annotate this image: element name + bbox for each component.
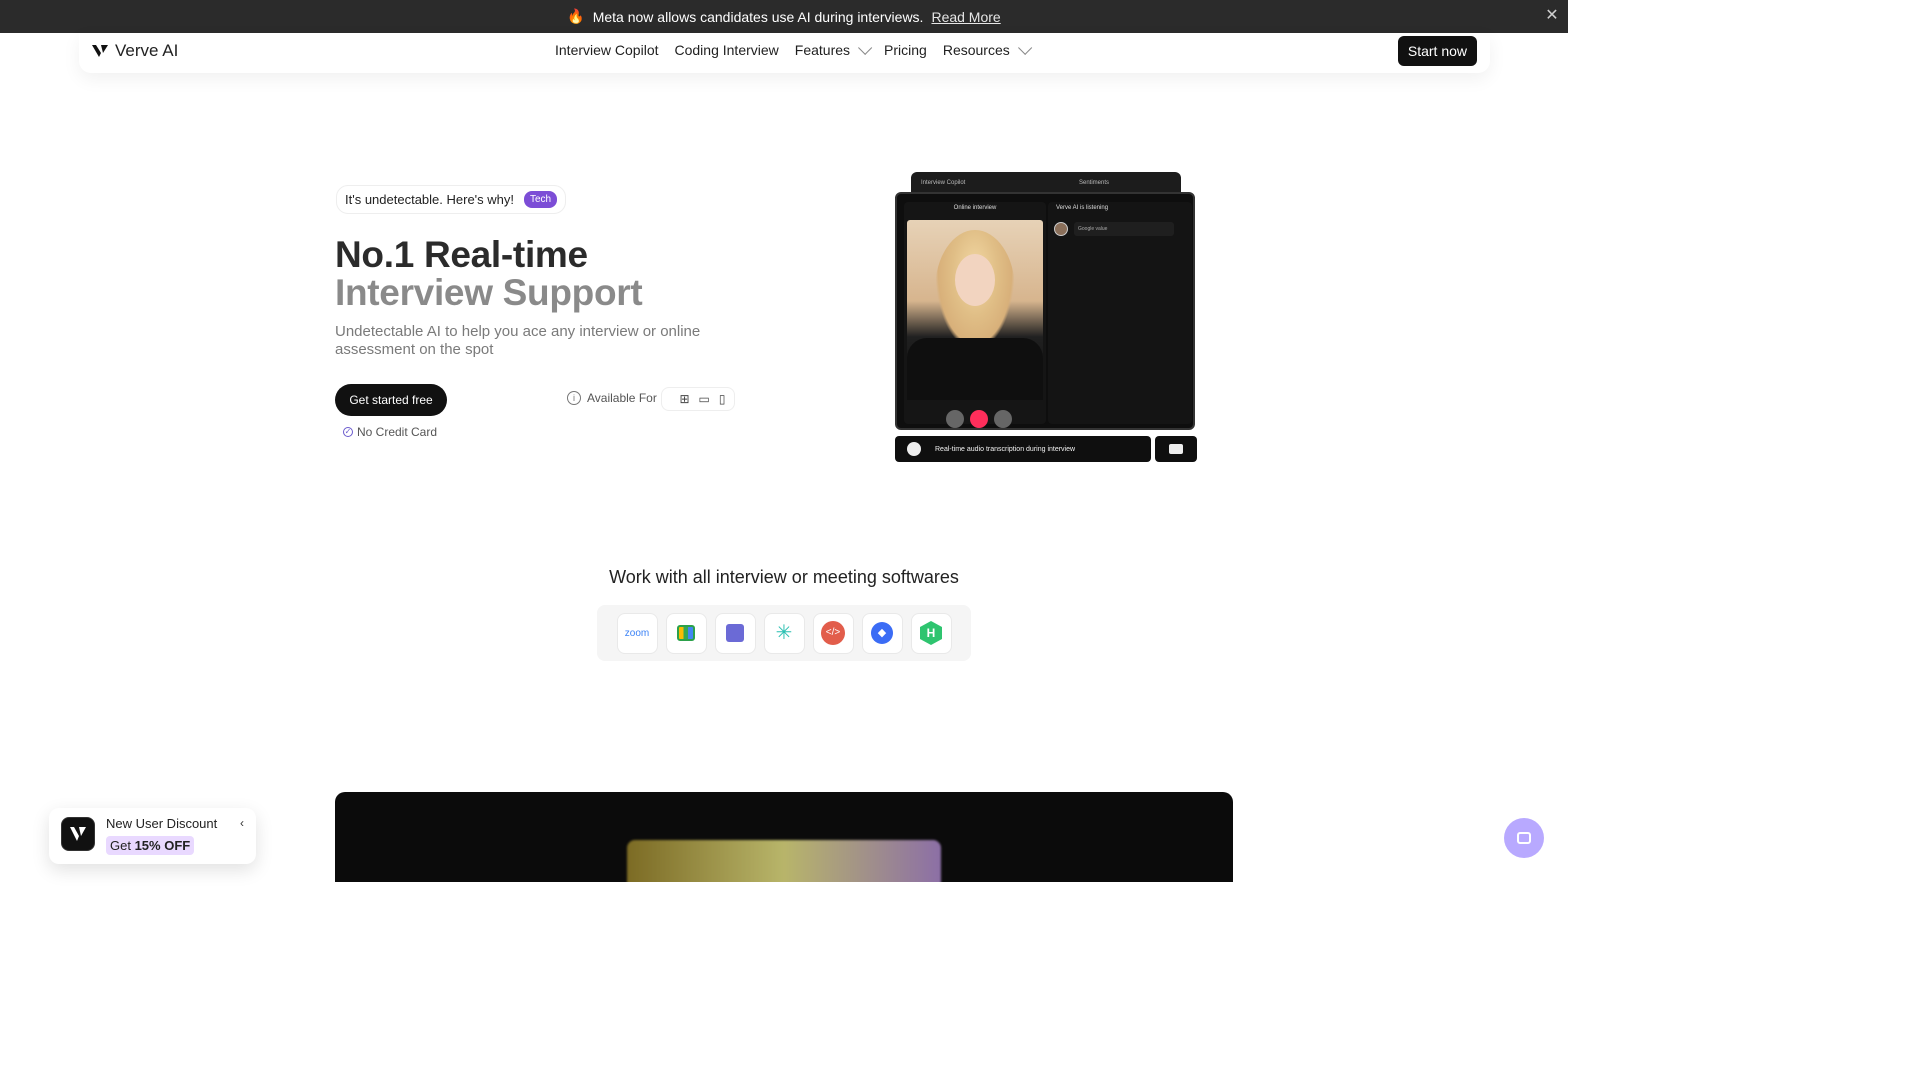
zoom-icon[interactable]: zoom xyxy=(616,612,658,654)
video-face xyxy=(955,254,995,306)
nav-item-resources[interactable]: Resources xyxy=(942,40,1032,58)
nav-item-features[interactable]: Features xyxy=(794,40,873,58)
listening-label: Verve AI is listening xyxy=(1056,205,1109,211)
tech-tag: Tech xyxy=(524,191,558,208)
mic-icon[interactable] xyxy=(946,410,964,428)
nav-item-interview-copilot[interactable]: Interview Copilot xyxy=(555,42,659,58)
fire-icon: 🔥 xyxy=(567,8,585,24)
video-shirt xyxy=(907,338,1043,400)
nav-item-coding-interview[interactable]: Coding Interview xyxy=(675,42,779,58)
nav-item-label: Interview Copilot xyxy=(555,42,659,58)
chevron-left-icon[interactable]: ‹ xyxy=(240,816,244,830)
no-credit-card-text: No Credit Card xyxy=(357,425,438,439)
discount-offer: Get 15% OFF xyxy=(106,836,195,855)
codepad-icon[interactable]: </> xyxy=(812,612,854,654)
nav-menu: Interview Copilot Coding Interview Featu… xyxy=(555,40,1032,58)
ai-panel: Verve AI is listening Google value xyxy=(1048,202,1192,424)
hero-title-line2: Interview Support xyxy=(335,272,643,313)
shield-mark: ◆ xyxy=(871,622,893,644)
preview-glow xyxy=(627,840,941,882)
call-controls xyxy=(946,410,1012,428)
google-meet-icon[interactable] xyxy=(665,612,707,654)
chat-icon-tile xyxy=(1155,436,1197,462)
ai-message-row: Google value xyxy=(1054,220,1184,238)
logo[interactable]: Verve AI xyxy=(91,41,178,61)
tab-sentiments: Sentiments xyxy=(1079,180,1110,186)
announcement-bar: 🔥 Meta now allows candidates use AI duri… xyxy=(0,0,1568,33)
nav-item-label: Pricing xyxy=(884,42,927,58)
mobile-icon: ▯ xyxy=(718,392,726,406)
transcription-text: Real-time audio transcription during int… xyxy=(935,445,1076,453)
hackerrank-mark: H xyxy=(920,621,942,645)
platform-icons: ⊞ ▭ ▯ xyxy=(661,387,735,411)
zoom-wordmark: zoom xyxy=(624,627,650,639)
candidate-video xyxy=(907,220,1043,400)
no-credit-card-note: ✓ No Credit Card xyxy=(343,425,437,439)
chevron-down-icon xyxy=(858,40,873,55)
close-icon[interactable]: ✕ xyxy=(1544,8,1560,24)
integrations-icons: zoom ✳ </> ◆ H xyxy=(597,605,971,661)
get-started-button[interactable]: Get started free xyxy=(335,384,447,416)
chat-icon xyxy=(1517,832,1531,844)
hero-title: No.1 Real-time Interview Support xyxy=(335,234,643,313)
available-for: i Available For xyxy=(567,391,657,405)
verve-logo-icon xyxy=(92,45,108,57)
badge-text: It's undetectable. Here's why! xyxy=(345,192,514,207)
hero-title-line1: No.1 Real-time xyxy=(335,234,588,275)
preview-window: Online interview Verve AI is listening G… xyxy=(895,192,1195,430)
dark-preview-panel xyxy=(335,792,1233,882)
nav-item-label: Coding Interview xyxy=(674,42,779,58)
info-icon: i xyxy=(567,391,581,405)
code-mark: </> xyxy=(821,621,845,645)
top-nav: Verve AI Interview Copilot Coding Interv… xyxy=(79,33,1490,73)
nav-item-pricing[interactable]: Pricing xyxy=(884,42,927,58)
announcement-text: Meta now allows candidates use AI during… xyxy=(592,8,924,25)
nav-item-label: Features xyxy=(794,42,851,58)
transcription-mic-icon xyxy=(907,442,921,456)
integrations-title: Work with all interview or meeting softw… xyxy=(609,567,959,587)
microsoft-teams-icon[interactable] xyxy=(714,612,756,654)
hackerrank-icon[interactable]: H xyxy=(910,612,952,654)
avatar xyxy=(1054,222,1068,236)
hang-up-icon[interactable] xyxy=(970,410,988,428)
start-now-button[interactable]: Start now xyxy=(1397,36,1477,66)
available-for-label: Available For xyxy=(587,391,657,405)
chevron-down-icon xyxy=(1017,40,1032,55)
support-chat-button[interactable] xyxy=(1504,818,1544,858)
discount-offer-amount: 15% OFF xyxy=(134,838,191,853)
chat-icon[interactable] xyxy=(994,410,1012,428)
check-icon: ✓ xyxy=(343,427,353,437)
verve-logo-icon xyxy=(70,827,86,841)
product-preview: Interview Copilot Sentiments Online inte… xyxy=(895,172,1197,462)
undetectable-badge[interactable]: It's undetectable. Here's why! Tech xyxy=(336,185,567,214)
logo-text: Verve AI xyxy=(115,41,179,60)
shield-app-icon[interactable]: ◆ xyxy=(861,612,903,654)
discount-offer-prefix: Get xyxy=(110,838,135,853)
discount-title: New User Discount xyxy=(106,816,218,831)
verve-app-icon xyxy=(61,817,95,851)
star-mark: ✳ xyxy=(775,622,793,644)
chat-bubble-icon xyxy=(1169,444,1183,454)
online-interview-panel: Online interview xyxy=(904,202,1046,428)
teams-mark xyxy=(726,624,744,642)
nav-item-label: Resources xyxy=(942,42,1010,58)
windows-icon: ⊞ xyxy=(679,392,690,406)
desktop-icon: ▭ xyxy=(698,392,710,406)
hero-subtitle: Undetectable AI to help you ace any inte… xyxy=(335,323,701,358)
tab-interview-copilot: Interview Copilot xyxy=(921,180,966,186)
read-more-link[interactable]: Read More xyxy=(931,9,1000,25)
webex-icon[interactable]: ✳ xyxy=(763,612,805,654)
new-user-discount-toast[interactable]: New User Discount Get 15% OFF ‹ xyxy=(49,808,256,864)
google-meet-mark xyxy=(677,625,695,641)
online-interview-label: Online interview xyxy=(953,205,997,211)
transcription-bar: Real-time audio transcription during int… xyxy=(895,436,1151,462)
ai-message: Google value xyxy=(1074,222,1174,236)
